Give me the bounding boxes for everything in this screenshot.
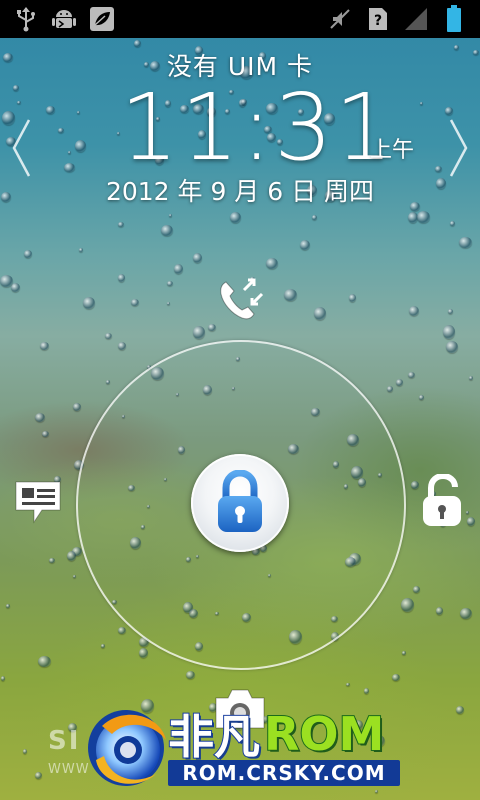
watermark-brand-cn: 非凡 — [167, 709, 261, 765]
phone-call-icon[interactable] — [210, 274, 270, 324]
usb-icon — [12, 5, 40, 33]
lock-screen: ? 没有 UIM 卡 11:31 上午 2012 年 9 月 6 日 周四 SI… — [0, 0, 480, 800]
raindrop — [118, 342, 126, 350]
raindrop — [402, 651, 406, 655]
raindrop — [83, 297, 95, 309]
chevron-left-icon[interactable] — [10, 118, 32, 178]
raindrop — [67, 551, 76, 561]
raindrop — [460, 608, 472, 619]
raindrop — [139, 648, 148, 658]
raindrop — [38, 656, 51, 667]
raindrop — [174, 264, 183, 274]
raindrop — [11, 283, 20, 292]
watermark-brand: 非凡 ROM — [167, 706, 385, 765]
raindrop — [167, 281, 173, 286]
watermark-url: ROM.CRSKY.COM — [168, 760, 400, 786]
raindrop — [446, 341, 458, 353]
raindrop — [35, 413, 45, 422]
raindrop — [193, 326, 205, 339]
watermark: SI WWW 非凡 ROM ROM.CRSKY.COM — [0, 690, 480, 800]
sms-message-icon[interactable] — [10, 476, 66, 528]
battery-icon — [440, 5, 468, 33]
raindrop — [419, 395, 424, 400]
raindrop — [1, 676, 5, 681]
status-bar: ? — [0, 0, 480, 38]
raindrop — [450, 221, 455, 226]
raindrop — [161, 225, 173, 236]
raindrop — [409, 306, 419, 316]
raindrop — [118, 274, 125, 282]
raindrop — [413, 586, 420, 593]
raindrop — [118, 222, 124, 227]
raindrop — [459, 237, 472, 248]
raindrop — [167, 302, 170, 305]
raindrop — [401, 598, 414, 612]
padlock-icon — [218, 470, 262, 532]
raindrop — [42, 431, 49, 437]
raindrop — [186, 671, 195, 679]
raindrop — [284, 289, 297, 301]
raindrop — [169, 214, 172, 217]
raindrop — [443, 325, 455, 339]
unlock-icon[interactable] — [416, 472, 468, 532]
leaf-notification-icon — [88, 5, 116, 33]
raindrop — [134, 40, 141, 47]
raindrop — [118, 627, 126, 634]
no-sim-glyph: ? — [374, 13, 382, 29]
raindrop — [6, 604, 10, 608]
watermark-logo-icon — [82, 700, 172, 792]
signal-icon — [402, 5, 430, 33]
watermark-bg-text: SI — [48, 726, 81, 756]
raindrop — [387, 386, 393, 392]
raindrop — [73, 403, 81, 411]
raindrop — [79, 248, 83, 252]
lock-handle[interactable] — [191, 454, 289, 552]
clock-row: 11:31 上午 — [0, 78, 480, 178]
raindrop — [436, 607, 443, 615]
watermark-brand-rom: ROM — [263, 706, 385, 762]
raindrop — [193, 253, 202, 263]
raindrop — [0, 275, 13, 287]
no-sim-icon: ? — [364, 5, 392, 33]
raindrop — [396, 379, 403, 386]
raindrop — [346, 683, 350, 686]
raindrop — [314, 307, 326, 320]
vibrate-off-icon — [326, 5, 354, 33]
clock-ampm: 上午 — [370, 138, 415, 163]
raindrop — [230, 212, 241, 223]
raindrop — [349, 294, 356, 302]
raindrop — [101, 644, 105, 648]
raindrop — [131, 299, 139, 306]
raindrop — [40, 342, 49, 350]
raindrop — [312, 215, 317, 220]
raindrop — [208, 324, 216, 331]
raindrop — [266, 258, 278, 269]
raindrop — [448, 309, 453, 314]
clock-time: 11:31 — [120, 74, 396, 181]
chevron-right-icon[interactable] — [448, 118, 470, 178]
raindrop — [469, 376, 473, 380]
raindrop — [49, 558, 55, 563]
raindrop — [408, 372, 415, 378]
raindrop — [73, 575, 76, 578]
date-text: 2012 年 9 月 6 日 周四 — [105, 177, 375, 206]
raindrop — [24, 250, 32, 258]
raindrop — [417, 211, 430, 223]
raindrop — [392, 674, 400, 681]
raindrop — [106, 380, 110, 384]
raindrop — [467, 517, 475, 526]
raindrop — [105, 333, 112, 339]
raindrop — [300, 240, 310, 250]
android-debug-icon — [50, 5, 78, 33]
